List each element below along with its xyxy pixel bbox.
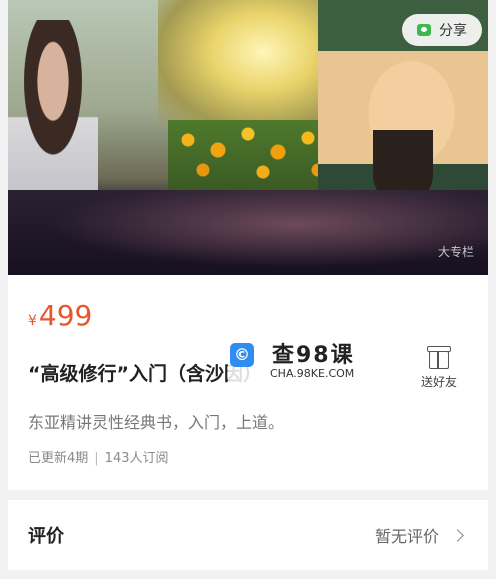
watermark-name: 查98课	[272, 343, 355, 368]
price-value: 499	[38, 299, 93, 332]
wechat-icon	[417, 24, 431, 36]
watermark-icon: ©	[230, 343, 254, 367]
banner-flowers	[168, 120, 338, 190]
course-description: 东亚精讲灵性经典书，入门，上道。	[28, 413, 285, 432]
course-info-card: ¥ 499 “高级修行”入门（含沙因） © 查98课 CHA.98KE.COM …	[8, 275, 488, 490]
review-label: 评价	[28, 526, 64, 547]
update-count: 已更新4期	[28, 451, 89, 466]
course-meta: 已更新4期 | 143人订阅	[28, 447, 169, 466]
share-label: 分享	[439, 23, 467, 39]
currency-symbol: ¥	[28, 313, 37, 329]
banner-galaxy	[8, 190, 488, 275]
gift-to-friend-button[interactable]: 送好友	[414, 346, 464, 390]
subscriber-count: 143人订阅	[104, 451, 169, 466]
gift-label: 送好友	[420, 375, 457, 389]
course-banner-image: 分享 大专栏	[8, 0, 488, 275]
price: ¥ 499	[28, 299, 92, 332]
banner-woman-photo	[8, 20, 98, 195]
meta-divider: |	[94, 451, 99, 466]
course-title: “高级修行”入门（含沙因）	[28, 363, 262, 385]
share-button[interactable]: 分享	[402, 14, 482, 46]
watermark-logo: © 查98课 CHA.98KE.COM	[228, 337, 358, 383]
review-status: 暂无评价	[374, 527, 439, 546]
banner-badge: 大专栏	[437, 245, 474, 259]
watermark-site: CHA.98KE.COM	[270, 367, 355, 380]
review-row[interactable]: 评价 暂无评价	[8, 500, 488, 570]
review-status-group: 暂无评价	[374, 523, 464, 547]
chevron-right-icon	[451, 528, 464, 542]
gift-icon	[427, 346, 451, 369]
